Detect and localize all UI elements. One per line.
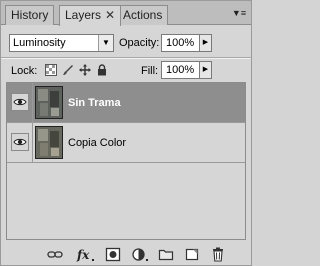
lock-all-icon[interactable]	[96, 64, 108, 76]
tab-history[interactable]: History	[5, 5, 55, 25]
divider	[1, 58, 251, 59]
lock-brush-icon[interactable]	[62, 64, 74, 76]
lock-label: Lock:	[11, 65, 38, 77]
layer-thumbnail	[35, 86, 63, 119]
layers-list: Sin Trama Copia Color	[6, 82, 246, 240]
adjustment-layer-icon[interactable]	[131, 247, 151, 262]
layer-row-copia-color[interactable]: Copia Color	[7, 123, 245, 163]
divider	[32, 123, 33, 162]
panel-menu-icon[interactable]: ▼≡	[231, 6, 247, 20]
divider	[32, 83, 33, 122]
tab-actions[interactable]: Actions	[117, 5, 169, 25]
opacity-field[interactable]: 100%	[161, 34, 201, 52]
tab-actions-label: Actions	[123, 8, 163, 22]
lock-transparency-icon[interactable]	[45, 64, 57, 76]
svg-text:fx: fx	[76, 248, 90, 262]
blend-row: Luminosity ▼ Opacity: 100% ▶	[1, 28, 251, 56]
fx-icon[interactable]: fx	[76, 247, 96, 262]
blend-mode-select[interactable]: Luminosity ▼	[9, 34, 114, 52]
layer-name[interactable]: Copia Color	[68, 136, 126, 150]
tab-layers[interactable]: Layers ✕	[59, 5, 122, 26]
new-layer-icon[interactable]	[184, 247, 200, 262]
tab-history-label: History	[11, 8, 49, 22]
close-icon[interactable]: ✕	[105, 8, 115, 22]
mask-icon[interactable]	[105, 247, 121, 262]
fill-label: Fill:	[141, 65, 159, 77]
tab-bar: History Layers ✕ Actions ▼≡	[1, 1, 251, 26]
layers-panel: History Layers ✕ Actions ▼≡ Luminosity ▼ …	[0, 0, 252, 266]
chevron-down-icon[interactable]: ▼	[98, 35, 113, 51]
eye-icon[interactable]	[11, 93, 29, 111]
trash-icon[interactable]	[210, 247, 226, 262]
opacity-slider-button[interactable]: ▶	[199, 34, 212, 52]
fill-field[interactable]: 100%	[161, 61, 201, 79]
fill-slider-button[interactable]: ▶	[199, 61, 212, 79]
lock-move-icon[interactable]	[79, 64, 91, 76]
opacity-value: 100%	[166, 37, 195, 49]
bottom-toolbar: fx	[1, 244, 251, 265]
eye-icon[interactable]	[11, 133, 29, 151]
link-layers-icon[interactable]	[47, 247, 63, 262]
fill-value: 100%	[166, 64, 195, 76]
layer-row-sin-trama[interactable]: Sin Trama	[7, 83, 245, 123]
layer-thumbnail	[35, 126, 63, 159]
tab-layers-label: Layers	[65, 8, 102, 22]
group-icon[interactable]	[158, 247, 174, 262]
layer-name[interactable]: Sin Trama	[68, 96, 121, 110]
blend-mode-value: Luminosity	[13, 37, 66, 49]
opacity-label: Opacity:	[119, 37, 160, 49]
